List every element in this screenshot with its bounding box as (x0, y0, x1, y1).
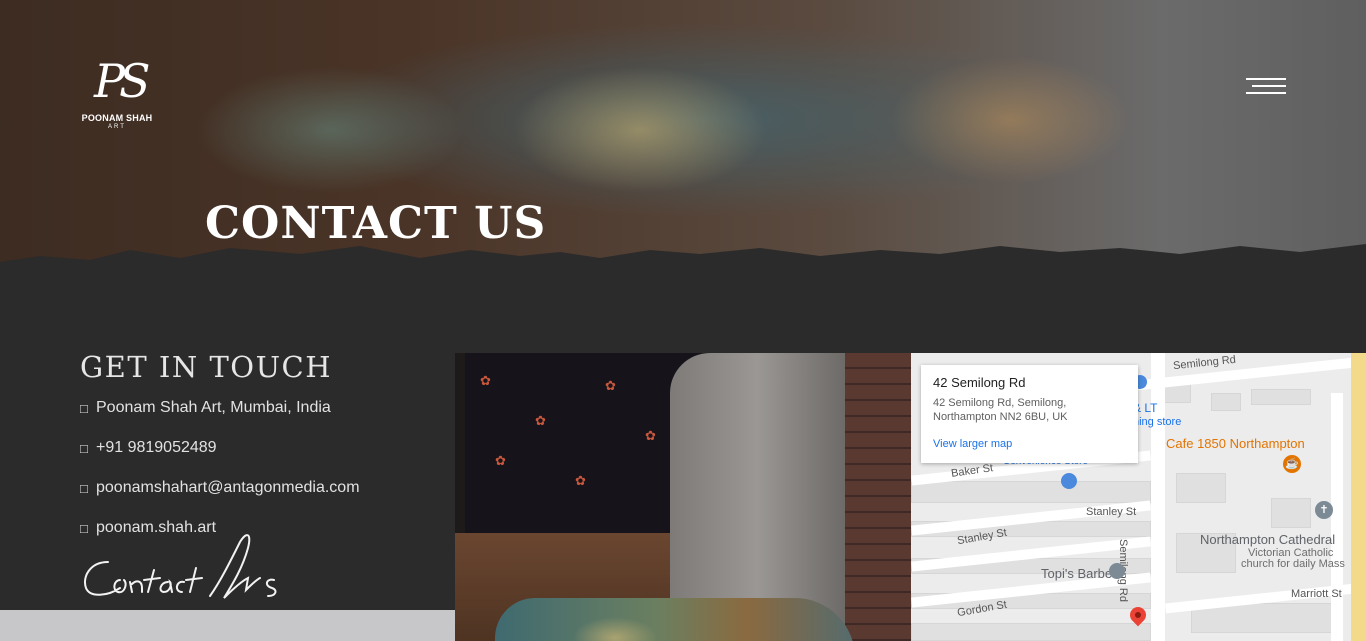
menu-line-middle (1252, 85, 1286, 87)
location-icon: □ (80, 400, 88, 416)
flower-motif: ✿ (495, 453, 506, 468)
view-larger-map-link[interactable]: View larger map (933, 438, 1012, 450)
main-road (1351, 353, 1366, 641)
contact-item-phone[interactable]: □ +91 9819052489 (80, 428, 440, 468)
artwork-photo: ✿ ✿ ✿ ✿ ✿ ✿ (455, 353, 911, 641)
contact-heading: GET IN TOUCH (80, 350, 332, 384)
site-logo[interactable]: PS POONAM SHAH ART (80, 54, 154, 132)
map-block (1211, 393, 1241, 411)
contact-us-signature (84, 534, 277, 599)
label-stanley-st-right: Stanley St (1086, 506, 1137, 518)
page-title: CONTACT US (205, 198, 547, 249)
google-map[interactable]: Semilong Rd & LT ning store Convenience … (911, 353, 1366, 641)
label-cathedral[interactable]: Northampton Cathedral (1200, 532, 1335, 547)
label-cafe[interactable]: Cafe 1850 Northampton (1166, 436, 1305, 451)
flower-motif: ✿ (575, 473, 586, 488)
email-link[interactable]: poonamshahart@antagonmedia.com (96, 479, 360, 497)
flower-motif: ✿ (605, 378, 616, 393)
road-right-vertical (1331, 393, 1343, 641)
menu-button[interactable] (1246, 78, 1286, 102)
map-block (911, 623, 1151, 641)
label-marriott-st: Marriott St (1291, 588, 1342, 600)
address-text: Poonam Shah Art, Mumbai, India (96, 399, 331, 416)
label-cathedral-desc2: church for daily Mass (1241, 558, 1345, 570)
map-block (1251, 389, 1311, 405)
road-semilong-vertical (1151, 353, 1165, 641)
contact-info: GET IN TOUCH □ Poonam Shah Art, Mumbai, … (80, 350, 440, 548)
brick-wall (845, 353, 911, 641)
flower-motif: ✿ (535, 413, 546, 428)
store-pin-icon[interactable] (1061, 473, 1077, 489)
map-block (911, 481, 1151, 503)
map-info-card: 42 Semilong Rd 42 Semilong Rd, Semilong,… (921, 365, 1138, 463)
cafe-icon[interactable]: ☕ (1283, 455, 1301, 473)
location-marker-dot (1135, 612, 1141, 618)
contact-item-email[interactable]: □ poonamshahart@antagonmedia.com (80, 468, 440, 508)
flower-motif: ✿ (480, 373, 491, 388)
barber-pin-icon[interactable] (1109, 563, 1125, 579)
email-icon: □ (80, 480, 88, 496)
map-block (1271, 498, 1311, 528)
map-card-title: 42 Semilong Rd (933, 375, 1026, 390)
contact-item-address: □ Poonam Shah Art, Mumbai, India (80, 388, 440, 428)
map-card-address-line1: 42 Semilong Rd, Semilong, (933, 397, 1067, 409)
logo-sub: ART (108, 124, 126, 130)
phone-icon: □ (80, 440, 88, 456)
phone-link[interactable]: +91 9819052489 (96, 439, 217, 457)
logo-monogram: PS (94, 54, 151, 108)
label-ning-store: ning store (1133, 416, 1182, 428)
label-semilong-rd-top: Semilong Rd (1172, 353, 1237, 373)
resin-artwork (495, 598, 855, 641)
footer-strip (0, 610, 455, 641)
hero-banner: PS POONAM SHAH ART CONTACT US (0, 0, 1366, 300)
menu-line-top (1246, 78, 1286, 80)
map-block (1176, 473, 1226, 503)
map-card-address-line2: Northampton NN2 6BU, UK (933, 411, 1068, 423)
church-icon[interactable]: ✝ (1315, 501, 1333, 519)
menu-line-bottom (1246, 92, 1286, 94)
flower-motif: ✿ (645, 428, 656, 443)
map-card-address: 42 Semilong Rd, Semilong, Northampton NN… (933, 396, 1126, 424)
logo-name: POONAM SHAH (81, 113, 153, 123)
